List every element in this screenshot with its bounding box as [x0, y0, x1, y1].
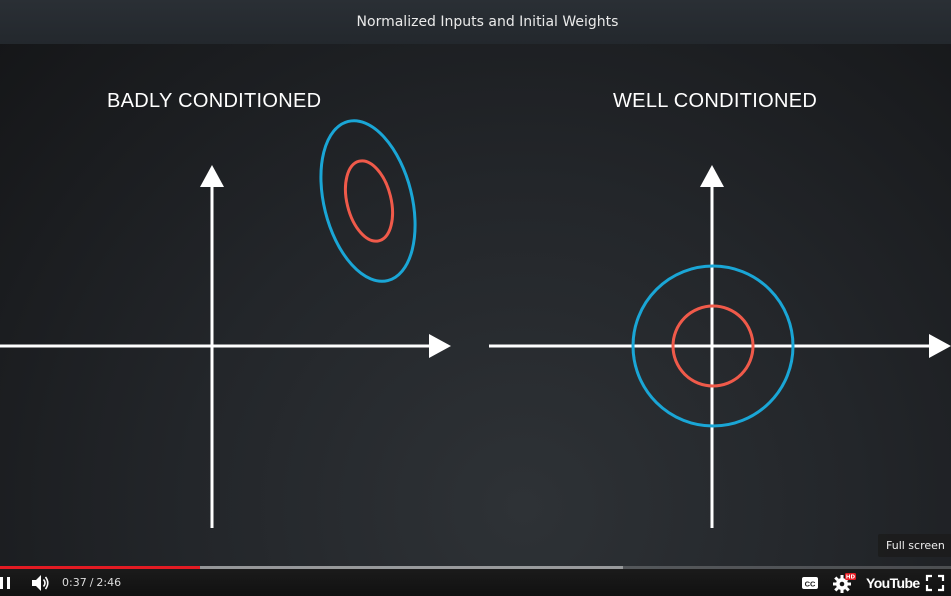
settings-button[interactable]: HD	[831, 569, 857, 596]
time-separator: /	[89, 576, 94, 589]
volume-icon	[32, 575, 49, 591]
captions-button[interactable]: CC	[800, 569, 820, 596]
play-pause-button[interactable]	[0, 569, 16, 596]
youtube-logo[interactable]: YouTube	[866, 569, 920, 596]
video-player[interactable]: Normalized Inputs and Initial Weights BA…	[0, 0, 951, 596]
fullscreen-icon	[925, 574, 945, 592]
right-x-axis-arrowhead	[929, 334, 951, 358]
fullscreen-button[interactable]	[924, 569, 946, 596]
volume-button[interactable]	[28, 569, 52, 596]
pause-icon	[0, 577, 10, 589]
left-y-axis-arrowhead	[200, 165, 224, 187]
right-y-axis-arrowhead	[700, 165, 724, 187]
hd-badge-label: HD	[846, 575, 856, 581]
captions-icon: CC	[802, 577, 818, 589]
badly-conditioned-heading: BADLY CONDITIONED	[107, 90, 322, 112]
badly-conditioned-plot	[0, 119, 451, 528]
control-bar: 0:37 / 2:46 CC HD YouTube	[0, 569, 951, 596]
inner-contour-elongated	[343, 159, 395, 243]
fullscreen-tooltip: Full screen	[878, 534, 951, 557]
left-x-axis-arrowhead	[429, 334, 451, 358]
video-frame[interactable]: BADLY CONDITIONED WELL CONDITIONED	[0, 44, 951, 566]
settings-icon: HD	[833, 573, 856, 593]
well-conditioned-heading: WELL CONDITIONED	[613, 90, 818, 112]
svg-text:CC: CC	[805, 580, 816, 589]
well-conditioned-plot	[489, 165, 951, 528]
video-title[interactable]: Normalized Inputs and Initial Weights	[357, 14, 619, 30]
time-display: 0:37 / 2:46	[62, 569, 121, 596]
current-time: 0:37	[62, 576, 87, 589]
conditioning-diagram	[0, 119, 951, 528]
duration: 2:46	[96, 576, 122, 589]
outer-contour-elongated	[319, 119, 417, 283]
title-bar: Normalized Inputs and Initial Weights	[0, 0, 951, 44]
